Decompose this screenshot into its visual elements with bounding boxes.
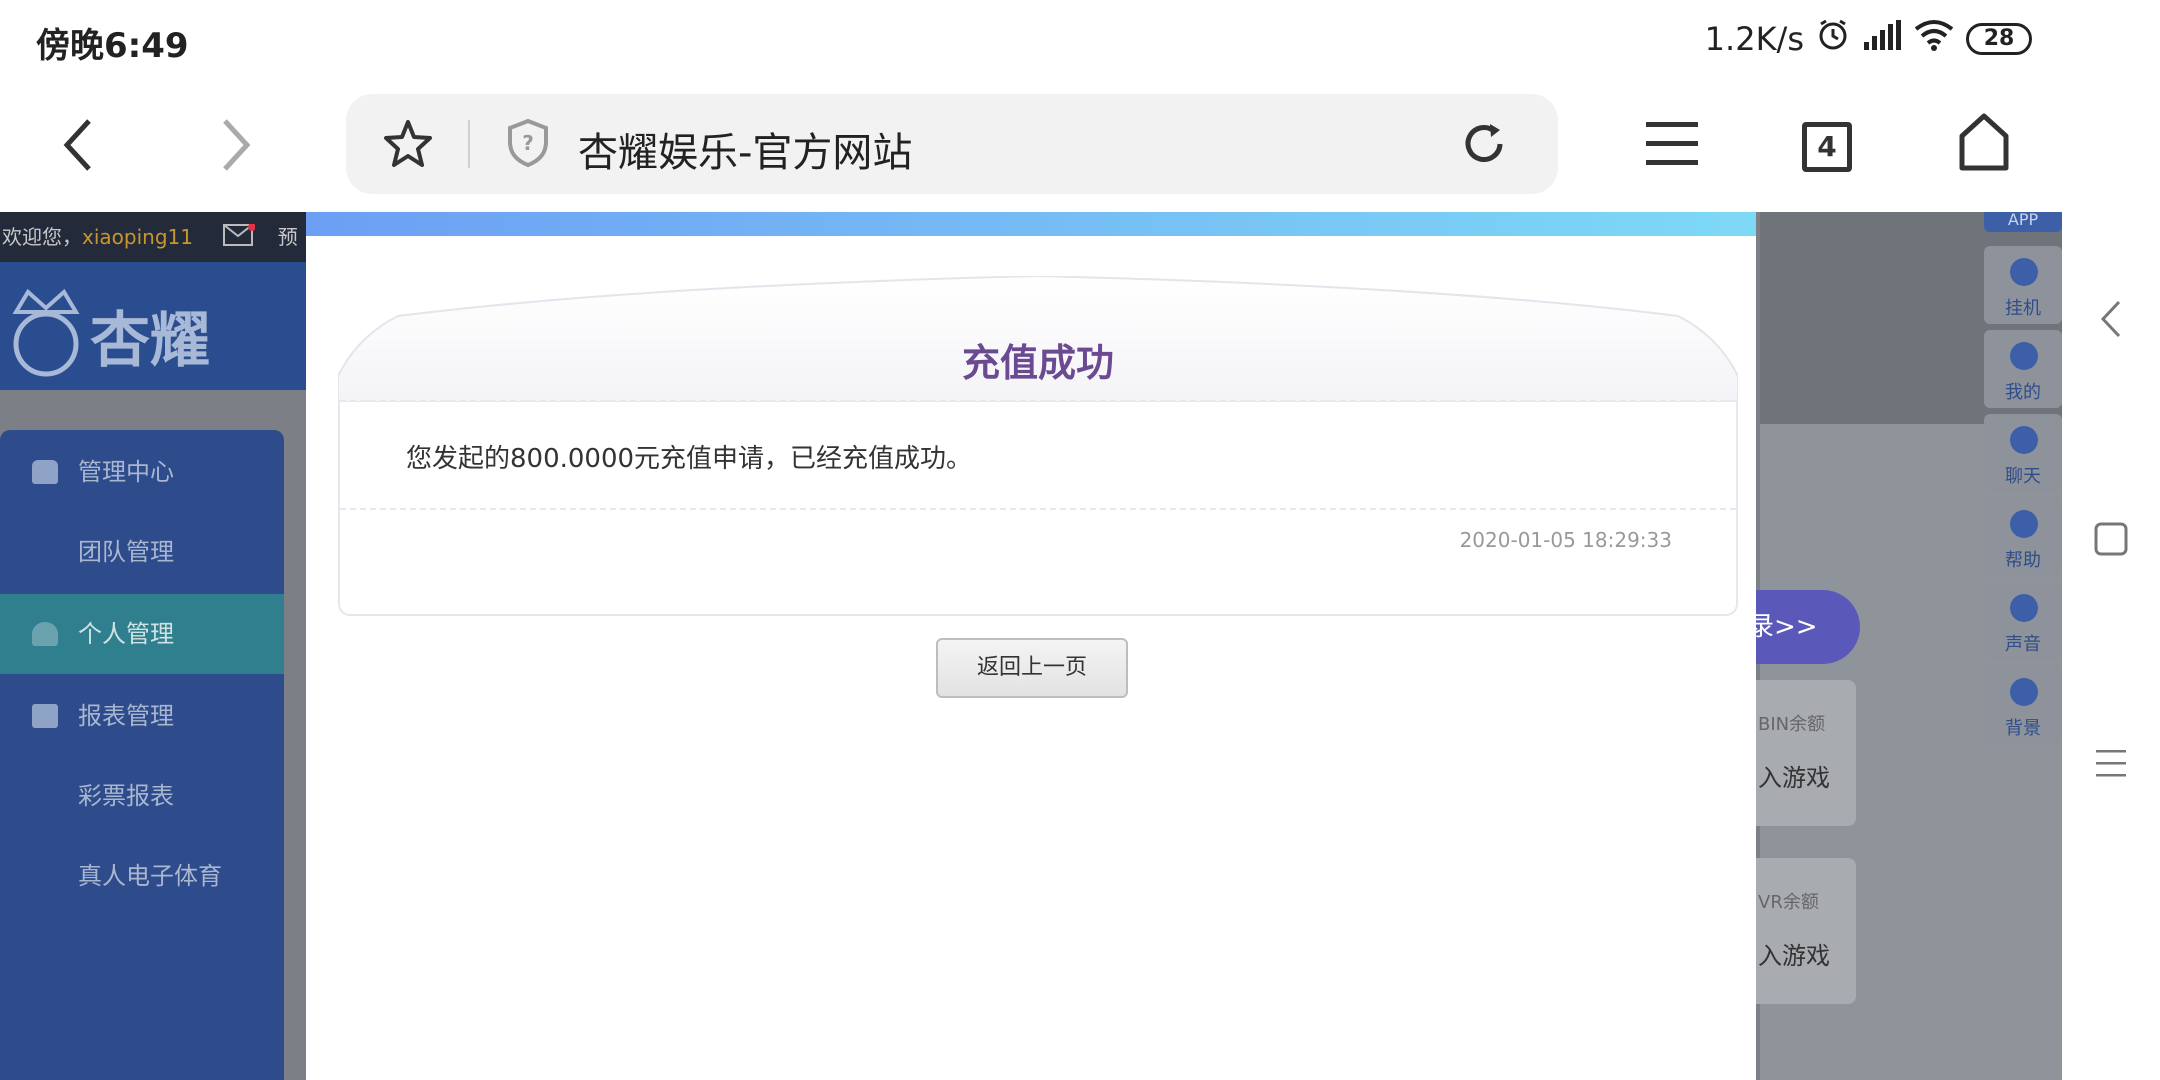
help-icon <box>2010 510 2038 538</box>
tool-label: 帮助 <box>2005 550 2041 571</box>
browser-toolbar: ? 杏耀娱乐-官方网站 4 <box>0 80 2062 212</box>
tool-sound[interactable]: 声音 <box>1984 582 2062 660</box>
sidebar: 管理中心 团队管理 个人管理 报表管理 彩票报表 真人电子体育 <box>0 430 284 1080</box>
status-indicators: 1.2K/s 28 <box>1705 18 2032 60</box>
sidebar-item-lottery-report[interactable]: 彩票报表 <box>0 756 284 836</box>
tool-help[interactable]: 帮助 <box>1984 498 2062 576</box>
tool-background[interactable]: 背景 <box>1984 666 2062 744</box>
network-speed: 1.2K/s <box>1704 20 1804 58</box>
sidebar-item-label: 个人管理 <box>78 620 174 648</box>
tool-mine[interactable]: 我的 <box>1984 330 2062 408</box>
modal-title: 充值成功 <box>961 341 1114 385</box>
enter-game-link[interactable]: 入游戏 <box>1758 936 1830 971</box>
address-bar[interactable]: ? 杏耀娱乐-官方网站 <box>346 94 1558 194</box>
card-body: 您发起的800.0000元充值申请，已经充值成功。 2020-01-05 18:… <box>338 400 1738 616</box>
welcome-text: 欢迎您， <box>2 225 82 249</box>
tool-idle[interactable]: 挂机 <box>1984 246 2062 324</box>
status-time: 傍晚6:49 <box>36 26 189 66</box>
tabs-button[interactable]: 4 <box>1802 122 1852 172</box>
result-timestamp: 2020-01-05 18:29:33 <box>1459 528 1672 552</box>
status-bar: 傍晚6:49 1.2K/s 28 <box>0 0 2062 80</box>
tool-label: 我的 <box>2005 382 2041 403</box>
username[interactable]: xiaoping11 <box>82 225 193 249</box>
sidebar-item-label: 管理中心 <box>78 458 174 486</box>
battery-indicator: 28 <box>1966 23 2032 55</box>
bookmark-star-icon[interactable] <box>382 118 434 174</box>
side-toolbar: APP 挂机 我的 聊天 帮助 声音 背景 <box>1984 212 2062 752</box>
android-nav-bar <box>2062 0 2160 1080</box>
divider <box>340 400 1736 402</box>
sidebar-item-label: 彩票报表 <box>78 782 174 810</box>
idle-icon <box>2010 258 2038 286</box>
profile-icon <box>2010 342 2038 370</box>
welcome-bar: 欢迎您，xiaoping11 预留 <box>0 212 310 301</box>
sidebar-item-label: 真人电子体育 <box>78 862 222 890</box>
back-button[interactable]: 返回上一页 <box>936 638 1128 698</box>
modal-header-bar <box>306 212 1756 236</box>
reload-icon[interactable] <box>1460 120 1508 172</box>
result-message: 您发起的800.0000元充值申请，已经充值成功。 <box>406 444 973 474</box>
wifi-icon <box>1914 19 1954 59</box>
chat-icon <box>2010 426 2038 454</box>
enter-game-link[interactable]: 入游戏 <box>1758 758 1830 793</box>
sidebar-item-label: 团队管理 <box>78 538 174 566</box>
report-icon <box>32 704 58 728</box>
divider <box>340 508 1736 510</box>
shield-icon[interactable]: ? <box>506 118 550 172</box>
sidebar-item-personal[interactable]: 个人管理 <box>0 594 284 674</box>
sidebar-item-label: 报表管理 <box>78 702 174 730</box>
mail-icon[interactable] <box>223 214 257 264</box>
address-divider <box>468 120 470 168</box>
recharge-result-modal: 充值成功 您发起的800.0000元充值申请，已经充值成功。 2020-01-0… <box>306 212 1756 1080</box>
site-logo[interactable]: 杏耀 <box>0 262 310 390</box>
crown-logo-icon <box>6 282 86 397</box>
nav-home-icon[interactable] <box>2086 514 2136 564</box>
menu-icon[interactable] <box>1644 118 1700 174</box>
logo-text: 杏耀 <box>90 306 210 376</box>
tool-label: 声音 <box>2005 634 2041 655</box>
palette-icon <box>2010 678 2038 706</box>
tool-label: 挂机 <box>2005 298 2041 319</box>
svg-text:?: ? <box>522 131 534 155</box>
sidebar-item-live-sports[interactable]: 真人电子体育 <box>0 836 284 916</box>
back-arrow-icon[interactable] <box>44 110 114 180</box>
nav-back-icon[interactable] <box>2086 294 2136 344</box>
sidebar-item-reports[interactable]: 报表管理 <box>0 676 284 756</box>
tool-chat[interactable]: 聊天 <box>1984 414 2062 492</box>
sidebar-item-management-center[interactable]: 管理中心 <box>0 432 284 512</box>
home-icon[interactable] <box>1956 112 2012 176</box>
tool-label: 背景 <box>2005 718 2041 739</box>
result-card: 充值成功 您发起的800.0000元充值申请，已经充值成功。 2020-01-0… <box>338 276 1738 616</box>
nav-menu-icon[interactable] <box>2086 738 2136 788</box>
sidebar-item-team[interactable]: 团队管理 <box>0 512 284 592</box>
user-icon <box>32 622 58 646</box>
tool-label: 聊天 <box>2005 466 2041 487</box>
speaker-icon <box>2010 594 2038 622</box>
forward-arrow-icon[interactable] <box>200 110 270 180</box>
balance-label: BIN余额 <box>1758 714 1826 735</box>
balance-label: VR余额 <box>1758 892 1819 913</box>
alarm-icon <box>1816 18 1850 60</box>
group-icon <box>32 460 58 484</box>
app-button[interactable]: APP <box>1984 212 2062 232</box>
page-title: 杏耀娱乐-官方网站 <box>578 130 913 176</box>
signal-icon <box>1862 20 1902 58</box>
